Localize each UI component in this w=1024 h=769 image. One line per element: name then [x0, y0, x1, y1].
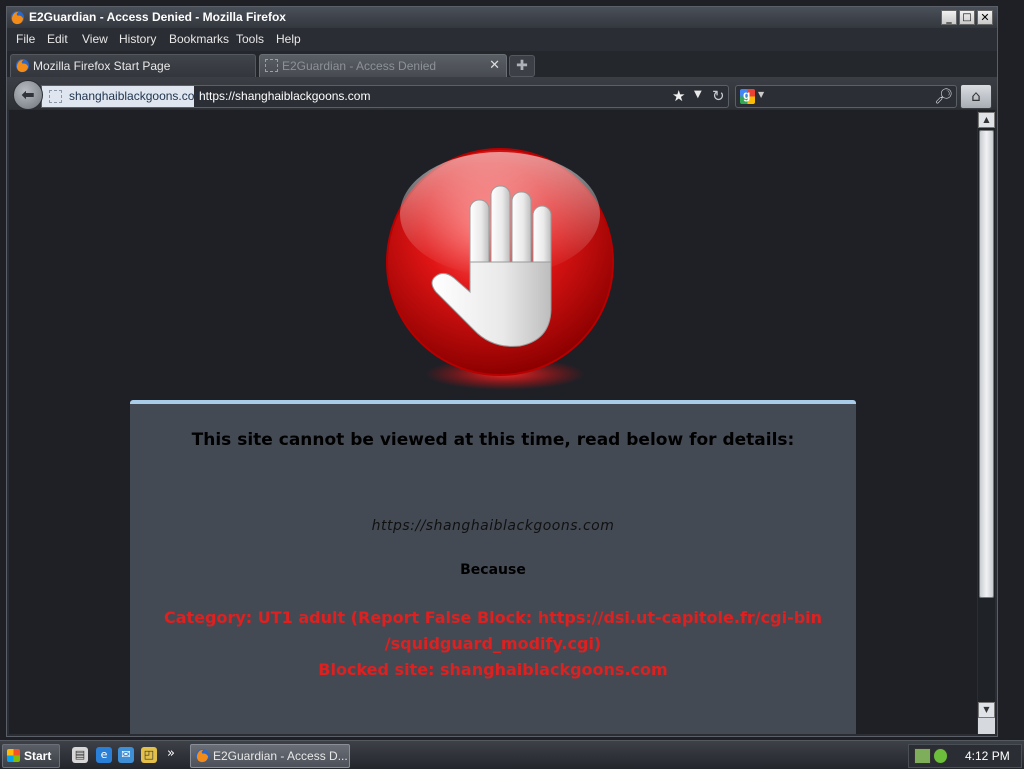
menu-bar: File Edit View History Bookmarks Tools H… [7, 29, 997, 49]
task-label: E2Guardian - Access D... [213, 749, 348, 763]
google-icon[interactable]: g [740, 88, 755, 104]
home-icon: ⌂ [971, 87, 981, 105]
reason-category-line[interactable]: Category: UT1 adult (Report False Block:… [150, 605, 836, 631]
menu-view[interactable]: View [82, 32, 108, 46]
back-button[interactable]: ⬅ [13, 80, 43, 110]
block-heading: This site cannot be viewed at this time,… [191, 430, 795, 450]
page-icon [265, 59, 278, 72]
scroll-thumb[interactable] [979, 130, 994, 598]
scroll-down-button[interactable]: ▼ [978, 702, 995, 718]
url-bar[interactable]: shanghaiblackgoons.com https://shanghaib… [41, 85, 729, 108]
plus-icon: ✚ [516, 58, 528, 74]
vertical-scrollbar[interactable]: ▲ ▼ [978, 110, 995, 734]
system-tray: 4:12 PM [908, 744, 1022, 768]
reason-link-line[interactable]: /squidguard_modify.cgi) [150, 631, 836, 657]
internet-explorer-icon[interactable]: e [96, 747, 112, 763]
browser-window: E2Guardian - Access Denied - Mozilla Fir… [6, 6, 998, 737]
window-title: E2Guardian - Access Denied - Mozilla Fir… [29, 10, 286, 24]
taskbar: Start ▤ e ✉ ◰ » E2Guardian - Access D...… [0, 740, 1024, 769]
security-icon[interactable] [933, 748, 948, 764]
star-icon[interactable]: ★ [672, 87, 685, 105]
block-reason: Category: UT1 adult (Report False Block:… [150, 605, 836, 683]
reason-site-line: Blocked site: shanghaiblackgoons.com [318, 660, 668, 679]
network-icon[interactable] [914, 748, 931, 764]
menu-edit[interactable]: Edit [47, 32, 68, 46]
navigation-bar: shanghaiblackgoons.com https://shanghaib… [7, 77, 997, 110]
tab-access-denied[interactable]: E2Guardian - Access Denied ✕ [259, 54, 507, 78]
back-arrow-icon: ⬅ [21, 85, 35, 104]
home-button[interactable]: ⌂ [960, 84, 992, 109]
menu-bookmarks[interactable]: Bookmarks [169, 32, 229, 46]
outlook-express-icon[interactable]: ✉ [118, 747, 134, 763]
show-desktop-icon[interactable]: ▤ [72, 747, 88, 763]
stop-hand-icon [386, 148, 614, 390]
magnifier-icon[interactable]: 🔎︎ [934, 87, 953, 105]
firefox-icon [10, 10, 25, 25]
new-tab-button[interactable]: ✚ [509, 55, 535, 77]
because-label: Because [460, 562, 526, 578]
windows-explorer-icon[interactable]: ◰ [141, 747, 157, 763]
clock[interactable]: 4:12 PM [965, 749, 1010, 763]
resize-grip-icon[interactable] [978, 718, 995, 734]
page-content: This site cannot be viewed at this time,… [9, 110, 977, 734]
quicklaunch-more-icon[interactable]: » [167, 746, 175, 761]
url-text[interactable]: https://shanghaiblackgoons.com [199, 89, 370, 103]
firefox-icon [195, 748, 210, 763]
menu-help[interactable]: Help [276, 32, 301, 46]
site-identity-button[interactable]: shanghaiblackgoons.com [42, 86, 204, 107]
tab-label: Mozilla Firefox Start Page [33, 59, 171, 73]
windows-logo-icon [7, 749, 20, 762]
reload-icon[interactable]: ↻ [712, 87, 725, 105]
minimize-button[interactable]: _ [941, 10, 957, 25]
menu-tools[interactable]: Tools [236, 32, 264, 46]
title-bar: E2Guardian - Access Denied - Mozilla Fir… [7, 7, 997, 28]
block-message-panel: This site cannot be viewed at this time,… [130, 400, 856, 734]
scroll-up-button[interactable]: ▲ [978, 112, 995, 128]
start-button[interactable]: Start [2, 744, 60, 768]
close-button[interactable]: ✕ [977, 10, 993, 25]
menu-history[interactable]: History [119, 32, 156, 46]
search-bar[interactable]: g ▼ 🔎︎ [735, 85, 957, 108]
maximize-button[interactable]: □ [959, 10, 975, 25]
search-engine-dropdown-icon[interactable]: ▼ [758, 90, 764, 99]
firefox-icon [15, 58, 30, 73]
start-label: Start [24, 749, 52, 763]
close-tab-icon[interactable]: ✕ [489, 57, 500, 73]
site-identity-label: shanghaiblackgoons.com [69, 89, 205, 103]
tab-bar: Mozilla Firefox Start Page E2Guardian - … [7, 51, 997, 78]
tab-label: E2Guardian - Access Denied [282, 59, 437, 73]
menu-file[interactable]: File [16, 32, 35, 46]
page-icon [49, 90, 62, 103]
blocked-url: https://shanghaiblackgoons.com [371, 518, 615, 534]
taskbar-firefox-window[interactable]: E2Guardian - Access D... [190, 744, 350, 768]
dropdown-icon[interactable]: ▼ [694, 89, 702, 100]
tab-start-page[interactable]: Mozilla Firefox Start Page [10, 54, 256, 78]
